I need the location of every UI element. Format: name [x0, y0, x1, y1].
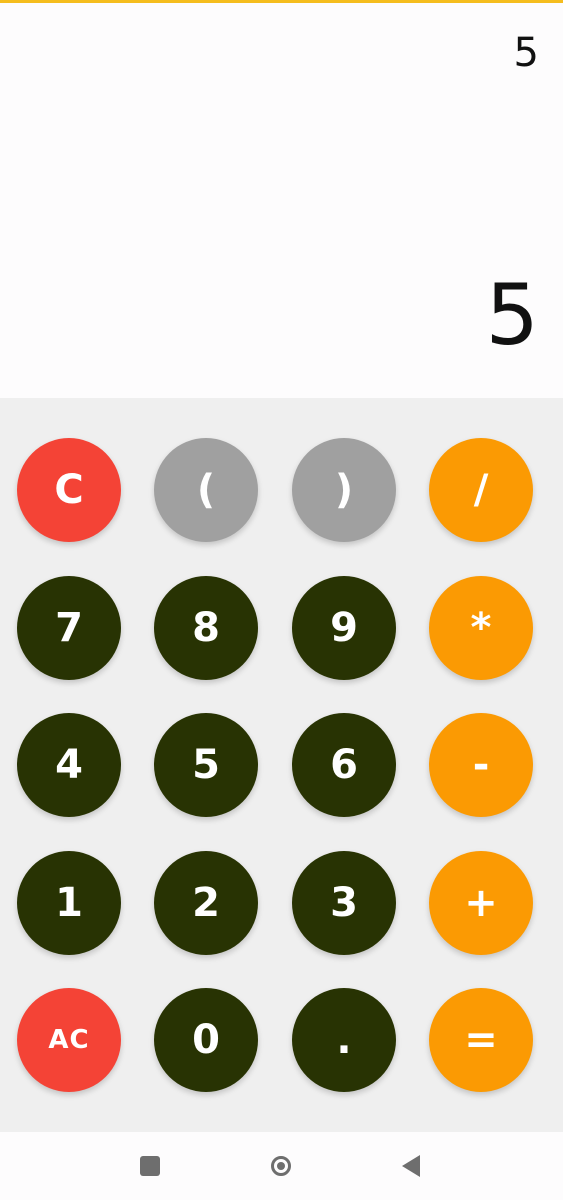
subtract-button[interactable]: -	[429, 713, 533, 817]
digit-6-button[interactable]: 6	[292, 713, 396, 817]
equals-button[interactable]: =	[429, 988, 533, 1092]
decimal-point-button[interactable]: .	[292, 988, 396, 1092]
digit-7-button[interactable]: 7	[17, 576, 121, 680]
display-panel: 5 5	[0, 3, 563, 398]
digit-2-button[interactable]: 2	[154, 851, 258, 955]
divide-button[interactable]: /	[429, 438, 533, 542]
recents-button[interactable]	[134, 1150, 166, 1182]
digit-3-button[interactable]: 3	[292, 851, 396, 955]
add-button[interactable]: +	[429, 851, 533, 955]
keypad: C ( ) / 7 8 9 * 4 5 6 - 1 2 3 + AC 0 . =	[0, 398, 563, 1132]
home-button[interactable]	[265, 1150, 297, 1182]
circle-icon	[271, 1156, 291, 1176]
result-text: 5	[485, 266, 539, 364]
triangle-back-icon	[402, 1155, 420, 1177]
digit-5-button[interactable]: 5	[154, 713, 258, 817]
expression-text: 5	[513, 30, 539, 76]
clear-button[interactable]: C	[17, 438, 121, 542]
open-paren-button[interactable]: (	[154, 438, 258, 542]
digit-8-button[interactable]: 8	[154, 576, 258, 680]
digit-4-button[interactable]: 4	[17, 713, 121, 817]
back-button[interactable]	[395, 1150, 427, 1182]
calculator-app: 5 5 C ( ) / 7 8 9 * 4 5 6 - 1 2 3 + AC 0…	[0, 0, 563, 1200]
multiply-button[interactable]: *	[429, 576, 533, 680]
close-paren-button[interactable]: )	[292, 438, 396, 542]
system-navigation-bar	[0, 1132, 563, 1200]
digit-1-button[interactable]: 1	[17, 851, 121, 955]
all-clear-button[interactable]: AC	[17, 988, 121, 1092]
square-icon	[140, 1156, 160, 1176]
digit-0-button[interactable]: 0	[154, 988, 258, 1092]
digit-9-button[interactable]: 9	[292, 576, 396, 680]
